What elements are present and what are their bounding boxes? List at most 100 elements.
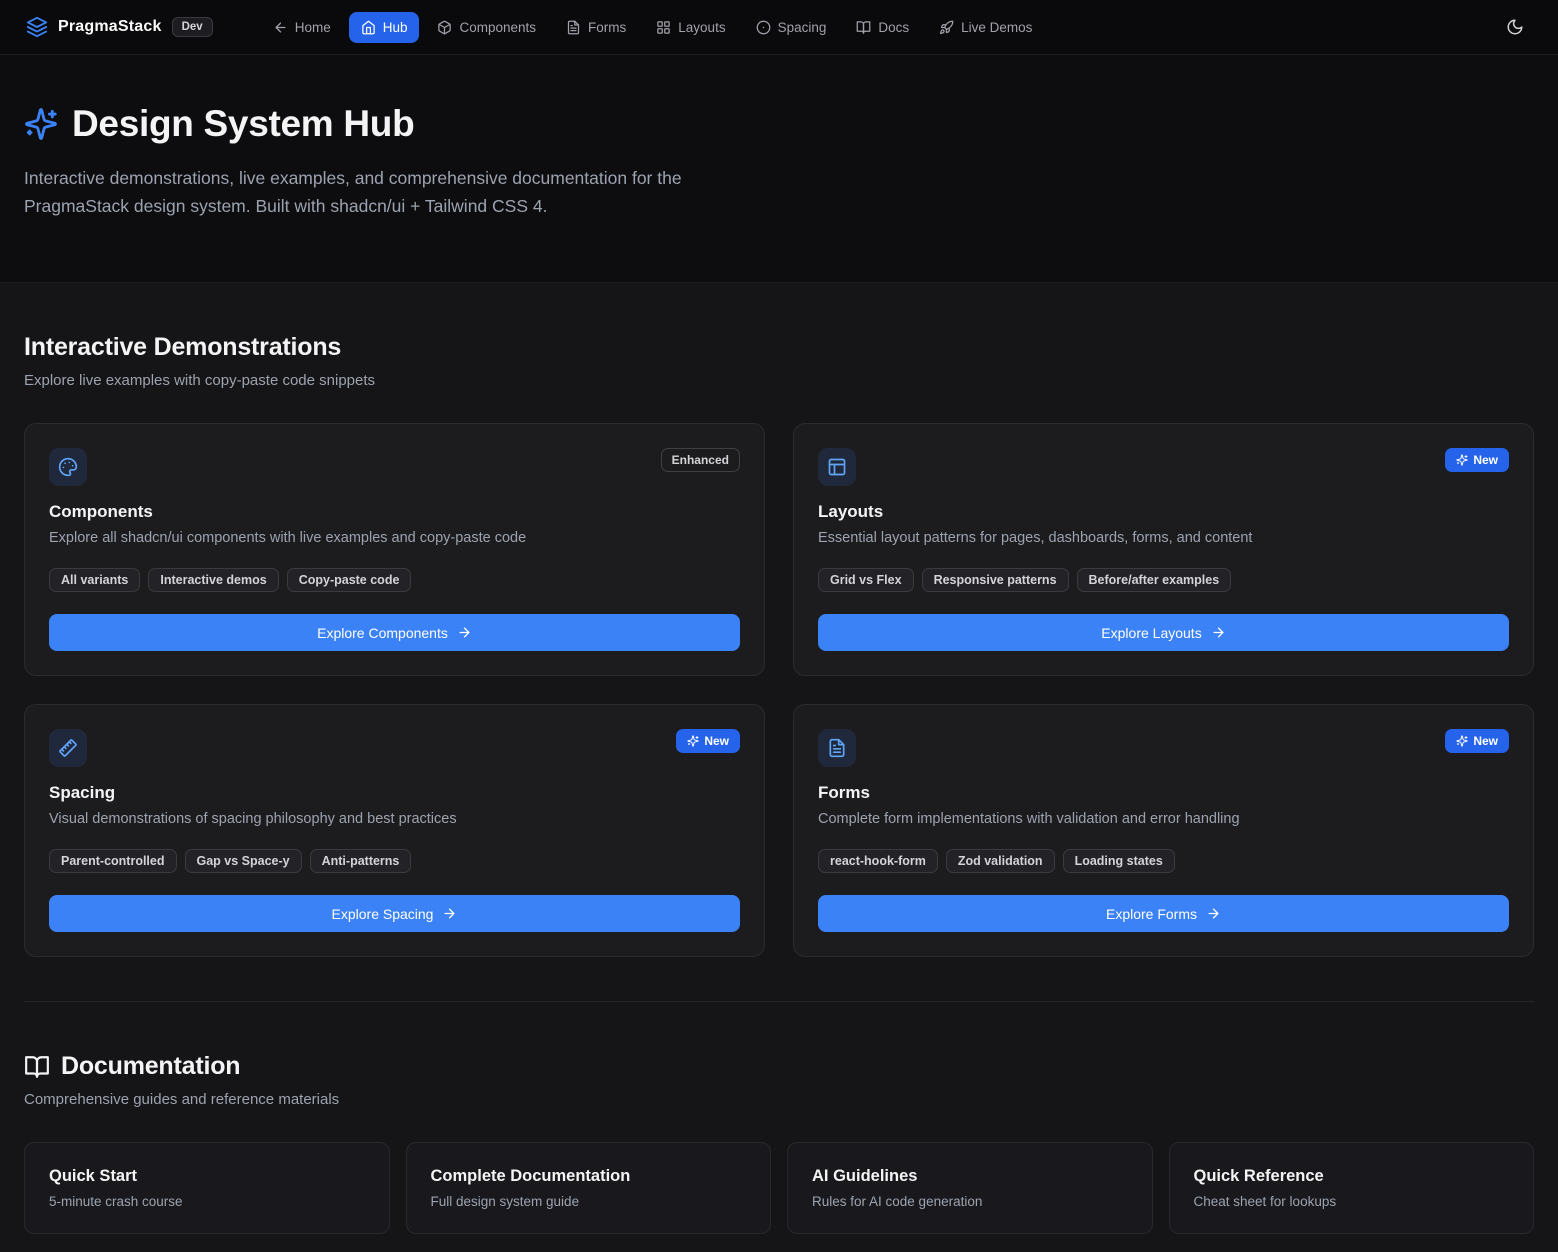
card-top: New <box>818 448 1509 486</box>
doc-card-description: Cheat sheet for lookups <box>1194 1194 1510 1209</box>
nav-item-label: Hub <box>383 20 408 35</box>
tag-row: All variants Interactive demos Copy-past… <box>49 568 740 592</box>
doc-card-complete-documentation[interactable]: Complete Documentation Full design syste… <box>406 1142 772 1234</box>
ruler-icon <box>58 738 78 758</box>
doc-card-quick-reference[interactable]: Quick Reference Cheat sheet for lookups <box>1169 1142 1535 1234</box>
doc-card-description: Rules for AI code generation <box>812 1194 1128 1209</box>
tag: Parent-controlled <box>49 849 177 873</box>
icon-tile <box>49 729 87 767</box>
arrow-left-icon <box>273 20 288 35</box>
nav-item-layouts[interactable]: Layouts <box>644 12 737 43</box>
tag: Interactive demos <box>148 568 278 592</box>
sparkles-icon <box>1456 454 1468 466</box>
nav-item-forms[interactable]: Forms <box>554 12 638 43</box>
box-icon <box>437 20 452 35</box>
brand-name: PragmaStack <box>58 18 162 36</box>
brand[interactable]: PragmaStack Dev <box>26 16 213 38</box>
tag: react-hook-form <box>818 849 938 873</box>
doc-card-description: Full design system guide <box>431 1194 747 1209</box>
main-content: Interactive Demonstrations Explore live … <box>0 283 1558 1252</box>
enhanced-badge: Enhanced <box>661 448 740 472</box>
docs-subheading: Comprehensive guides and reference mater… <box>24 1091 1534 1108</box>
demo-card-spacing: New Spacing Visual demonstrations of spa… <box>24 704 765 957</box>
nav-item-live-demos[interactable]: Live Demos <box>927 12 1044 43</box>
section-documentation: Documentation Comprehensive guides and r… <box>24 1002 1534 1234</box>
doc-card-grid: Quick Start 5-minute crash course Comple… <box>24 1142 1534 1234</box>
explore-spacing-button[interactable]: Explore Spacing <box>49 895 740 932</box>
demo-card-forms: New Forms Complete form implementations … <box>793 704 1534 957</box>
explore-forms-button[interactable]: Explore Forms <box>818 895 1509 932</box>
book-open-icon <box>856 20 871 35</box>
nav-links: Home Hub Components Forms Layouts Spacin… <box>261 12 1045 43</box>
tag: Before/after examples <box>1077 568 1232 592</box>
card-description: Complete form implementations with valid… <box>818 811 1509 827</box>
arrow-right-icon <box>1206 906 1221 921</box>
arrow-right-icon <box>442 906 457 921</box>
tag: Zod validation <box>946 849 1055 873</box>
card-title: Spacing <box>49 783 740 803</box>
card-description: Explore all shadcn/ui components with li… <box>49 530 740 546</box>
nav-item-home[interactable]: Home <box>261 12 343 43</box>
doc-card-title: Quick Reference <box>1194 1167 1510 1186</box>
sparkles-icon <box>1456 735 1468 747</box>
layout-grid-icon <box>656 20 671 35</box>
docs-section-head: Documentation Comprehensive guides and r… <box>24 1052 1534 1108</box>
badge-label: New <box>704 734 729 748</box>
card-description: Visual demonstrations of spacing philoso… <box>49 811 740 827</box>
card-title: Layouts <box>818 502 1509 522</box>
layout-icon <box>827 457 847 477</box>
demos-section-head: Interactive Demonstrations Explore live … <box>24 333 1534 389</box>
demo-card-components: Enhanced Components Explore all shadcn/u… <box>24 423 765 676</box>
new-badge: New <box>676 729 740 753</box>
tag: Responsive patterns <box>922 568 1069 592</box>
docs-heading: Documentation <box>24 1052 1534 1081</box>
doc-card-title: AI Guidelines <box>812 1167 1128 1186</box>
layers-logo-icon <box>26 16 48 38</box>
nav-item-label: Live Demos <box>961 20 1032 35</box>
nav-item-spacing[interactable]: Spacing <box>744 12 839 43</box>
card-top: Enhanced <box>49 448 740 486</box>
palette-icon <box>58 457 78 477</box>
arrow-right-icon <box>1211 625 1226 640</box>
new-badge: New <box>1445 448 1509 472</box>
card-title: Forms <box>818 783 1509 803</box>
circle-icon <box>756 20 771 35</box>
cta-label: Explore Forms <box>1106 906 1197 922</box>
explore-components-button[interactable]: Explore Components <box>49 614 740 651</box>
env-badge: Dev <box>172 17 213 37</box>
tag-row: react-hook-form Zod validation Loading s… <box>818 849 1509 873</box>
doc-card-ai-guidelines[interactable]: AI Guidelines Rules for AI code generati… <box>787 1142 1153 1234</box>
tag: Grid vs Flex <box>818 568 914 592</box>
nav-item-label: Spacing <box>778 20 827 35</box>
badge-label: New <box>1473 453 1498 467</box>
arrow-right-icon <box>457 625 472 640</box>
page-subtitle: Interactive demonstrations, live example… <box>24 165 774 220</box>
cta-label: Explore Layouts <box>1101 625 1201 641</box>
home-icon <box>361 20 376 35</box>
nav-item-label: Docs <box>878 20 909 35</box>
nav-item-hub[interactable]: Hub <box>349 12 420 43</box>
page-title: Design System Hub <box>24 103 1534 145</box>
tag-row: Parent-controlled Gap vs Space-y Anti-pa… <box>49 849 740 873</box>
demos-subheading: Explore live examples with copy-paste co… <box>24 372 1534 389</box>
file-text-icon <box>827 738 847 758</box>
file-text-icon <box>566 20 581 35</box>
sparkles-icon <box>687 735 699 747</box>
doc-card-title: Complete Documentation <box>431 1167 747 1186</box>
cta-label: Explore Components <box>317 625 448 641</box>
doc-card-title: Quick Start <box>49 1167 365 1186</box>
explore-layouts-button[interactable]: Explore Layouts <box>818 614 1509 651</box>
tag: Gap vs Space-y <box>185 849 302 873</box>
rocket-icon <box>939 20 954 35</box>
card-description: Essential layout patterns for pages, das… <box>818 530 1509 546</box>
doc-card-description: 5-minute crash course <box>49 1194 365 1209</box>
tag: Copy-paste code <box>287 568 412 592</box>
nav-item-label: Forms <box>588 20 626 35</box>
nav-item-components[interactable]: Components <box>425 12 548 43</box>
book-open-icon <box>24 1054 50 1080</box>
section-interactive-demonstrations: Interactive Demonstrations Explore live … <box>24 283 1534 957</box>
badge-label: Enhanced <box>672 453 729 467</box>
theme-toggle-button[interactable] <box>1498 10 1532 44</box>
nav-item-docs[interactable]: Docs <box>844 12 921 43</box>
doc-card-quick-start[interactable]: Quick Start 5-minute crash course <box>24 1142 390 1234</box>
